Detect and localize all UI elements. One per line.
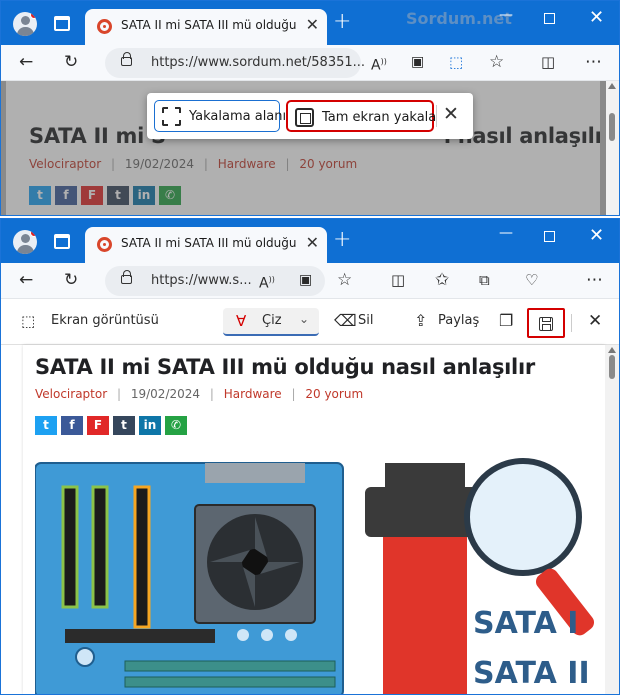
- tab-actions-icon[interactable]: [54, 234, 70, 249]
- lock-icon[interactable]: [121, 270, 132, 284]
- draw-button[interactable]: ∀ Çiz ⌄: [223, 308, 319, 336]
- capture-area-label: Yakalama alanı: [189, 109, 287, 124]
- scrollbar-thumb[interactable]: [609, 113, 615, 141]
- tumblr-icon[interactable]: t: [113, 416, 135, 435]
- reader-view-icon[interactable]: ▣: [299, 270, 312, 290]
- comments-link[interactable]: 20 yorum: [305, 387, 363, 401]
- lock-icon[interactable]: [121, 52, 132, 66]
- address-bar[interactable]: https://www.s...: [105, 266, 325, 296]
- more-menu-icon[interactable]: ⋯: [585, 52, 602, 72]
- scrollbar-top[interactable]: [605, 81, 619, 215]
- browser-window-bottom: SATA II mi SATA III mü olduğu nasıl ✕ + …: [0, 218, 620, 695]
- eraser-icon[interactable]: ⌫: [334, 312, 357, 330]
- screenshot-icon: ⬚: [21, 312, 36, 330]
- capture-area-icon: [162, 107, 181, 126]
- url-text: https://www.sordum.net/58351...: [151, 55, 366, 70]
- window-close-button[interactable]: ✕: [589, 225, 604, 246]
- split-screen-icon[interactable]: ◫: [391, 270, 405, 290]
- capture-full-icon: [295, 108, 314, 127]
- new-tab-button[interactable]: +: [333, 9, 351, 34]
- capture-area-button[interactable]: Yakalama alanı: [154, 100, 286, 132]
- facebook-icon[interactable]: f: [61, 416, 83, 435]
- browser-tab[interactable]: SATA II mi SATA III mü olduğu nasıl ✕: [85, 9, 327, 45]
- screenshot-toolbar: ⬚ Ekran görüntüsü ∀ Çiz ⌄ ⌫ Sil ⇪ Paylaş…: [1, 299, 619, 345]
- sata-2-text: SATA II: [473, 656, 590, 691]
- share-icon[interactable]: ⇪: [414, 312, 427, 330]
- capture-mode-bar: Yakalama alanı Tam ekran yakala ✕: [147, 93, 473, 139]
- window-close-button[interactable]: ✕: [589, 7, 604, 28]
- screenshot-icon[interactable]: ⬚: [449, 52, 463, 72]
- sata-1-text: SATA I: [473, 606, 578, 641]
- split-screen-icon[interactable]: ◫: [541, 52, 555, 72]
- save-button[interactable]: [527, 308, 565, 338]
- profile-avatar[interactable]: [13, 230, 37, 254]
- browser-essentials-icon[interactable]: ♡: [525, 270, 538, 290]
- draw-label: Çiz: [262, 313, 282, 328]
- maximize-button[interactable]: [544, 13, 555, 24]
- save-icon: [539, 317, 553, 331]
- captured-page-preview: SATA II mi SATA III mü olduğu nasıl anla…: [23, 345, 605, 694]
- title-bar: SATA II mi SATA III mü olduğu nasıl ✕ + …: [1, 219, 619, 263]
- tab-close-icon[interactable]: ✕: [306, 15, 319, 34]
- scrollbar-thumb[interactable]: [609, 355, 615, 379]
- tab-title: SATA II mi SATA III mü olduğu nasıl: [121, 236, 299, 250]
- category-link[interactable]: Hardware: [224, 387, 282, 401]
- tab-close-icon[interactable]: ✕: [306, 233, 319, 252]
- favorites-icon[interactable]: ✩: [435, 270, 449, 290]
- article-hero-image: SATA I SATA II: [35, 458, 595, 694]
- post-date: 19/02/2024: [130, 387, 201, 401]
- capture-full-label: Tam ekran yakala: [322, 110, 437, 125]
- author-link[interactable]: Velociraptor: [35, 387, 107, 401]
- favorite-star-icon[interactable]: ☆: [337, 270, 352, 290]
- share-button[interactable]: Paylaş: [438, 313, 479, 328]
- collections-icon[interactable]: ⧉: [479, 270, 490, 290]
- more-menu-icon[interactable]: ⋯: [586, 270, 603, 290]
- profile-avatar[interactable]: [13, 12, 37, 36]
- tab-title: SATA II mi SATA III mü olduğu nasıl: [121, 18, 299, 32]
- new-tab-button[interactable]: +: [333, 227, 351, 252]
- flipboard-icon[interactable]: F: [87, 416, 109, 435]
- capture-close-icon[interactable]: ✕: [443, 103, 459, 125]
- copy-icon[interactable]: ❐: [499, 312, 513, 330]
- url-text: https://www.s...: [151, 273, 252, 288]
- share-buttons: t f Ft in ✆: [35, 416, 187, 435]
- site-favicon-icon: [97, 237, 112, 252]
- address-bar-row: ← ↻ https://www.sordum.net/58351... A)) …: [1, 45, 619, 81]
- watermark-brand: Sordum.net: [406, 9, 512, 28]
- erase-button[interactable]: Sil: [358, 313, 373, 328]
- minimize-button[interactable]: —: [499, 7, 513, 23]
- address-bar-row: ← ↻ https://www.s... A)) ▣ ☆ ◫ ✩ ⧉ ♡ ⋯: [1, 263, 619, 299]
- back-arrow-icon[interactable]: ←: [19, 270, 33, 290]
- pen-icon: ∀: [236, 312, 247, 330]
- chevron-down-icon[interactable]: ⌄: [299, 312, 309, 326]
- toolbar-close-icon[interactable]: ✕: [588, 312, 602, 330]
- maximize-button[interactable]: [544, 231, 555, 242]
- back-arrow-icon[interactable]: ←: [19, 52, 33, 72]
- scrollbar-bottom[interactable]: [605, 345, 619, 694]
- address-bar[interactable]: https://www.sordum.net/58351...: [105, 48, 365, 78]
- tab-actions-icon[interactable]: [54, 16, 70, 31]
- read-aloud-icon[interactable]: A)): [259, 270, 275, 294]
- title-bar: SATA II mi SATA III mü olduğu nasıl ✕ + …: [1, 1, 619, 45]
- favorite-star-icon[interactable]: ☆: [489, 52, 504, 72]
- screenshot-title: Ekran görüntüsü: [51, 313, 159, 328]
- read-aloud-icon[interactable]: A)): [371, 52, 387, 76]
- article-meta: Velociraptor | 19/02/2024 | Hardware | 2…: [35, 387, 364, 401]
- minimize-button[interactable]: —: [499, 225, 513, 241]
- twitter-icon[interactable]: t: [35, 416, 57, 435]
- refresh-icon[interactable]: ↻: [64, 270, 78, 290]
- browser-window-top: SATA II mi SATA III mü olduğu nasıl ✕ + …: [0, 0, 620, 216]
- article-title: SATA II mi SATA III mü olduğu nasıl anla…: [35, 355, 535, 379]
- linkedin-icon[interactable]: in: [139, 416, 161, 435]
- whatsapp-icon[interactable]: ✆: [165, 416, 187, 435]
- reader-view-icon[interactable]: ▣: [411, 52, 424, 72]
- capture-full-page-button[interactable]: Tam ekran yakala: [286, 100, 437, 132]
- site-favicon-icon: [97, 19, 112, 34]
- browser-tab[interactable]: SATA II mi SATA III mü olduğu nasıl ✕: [85, 227, 327, 263]
- refresh-icon[interactable]: ↻: [64, 52, 78, 72]
